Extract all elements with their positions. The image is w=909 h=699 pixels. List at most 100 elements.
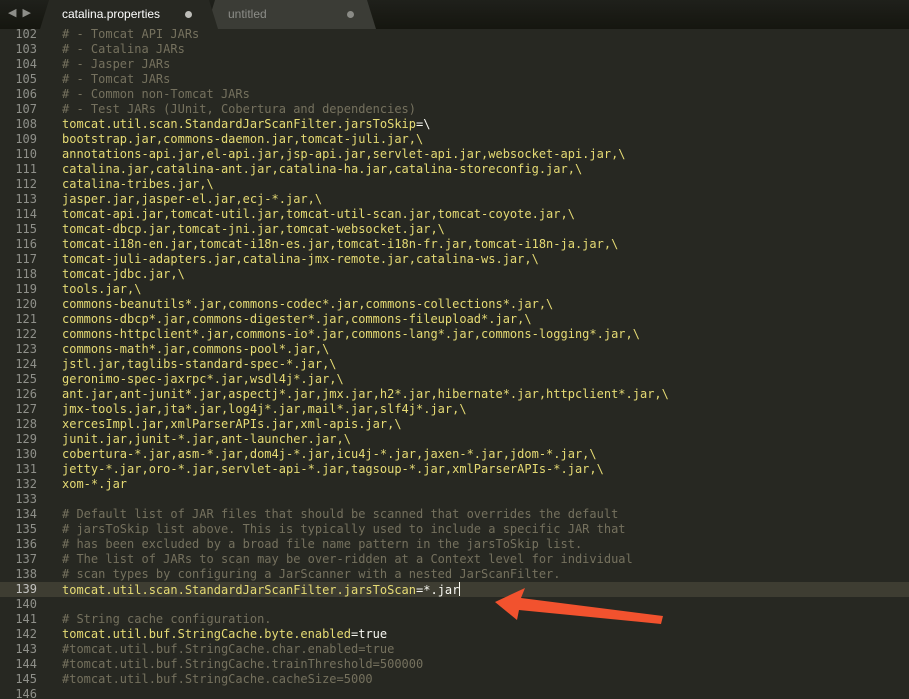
arrow-right-icon[interactable]: ▶ (22, 4, 30, 22)
code-line[interactable]: 108 tomcat.util.scan.StandardJarScanFilte… (0, 117, 909, 132)
line-text: tomcat-dbcp.jar,tomcat-jni.jar,tomcat-we… (62, 222, 445, 236)
code-line[interactable]: 124 jstl.jar,taglibs-standard-spec-*.jar,… (0, 357, 909, 372)
code-line[interactable]: 113 jasper.jar,jasper-el.jar,ecj-*.jar,\ (0, 192, 909, 207)
line-text: annotations-api.jar,el-api.jar,jsp-api.j… (62, 147, 626, 161)
line-number: 121 (15, 312, 37, 326)
line-number: 141 (15, 612, 37, 626)
code-line[interactable]: 137 # The list of JARs to scan may be ove… (0, 552, 909, 567)
line-text: commons-beanutils*.jar,commons-codec*.ja… (62, 297, 554, 311)
line-number: 134 (15, 507, 37, 521)
line-text: # The list of JARs to scan may be over-r… (62, 552, 633, 566)
arrow-left-icon[interactable]: ◀ (8, 4, 16, 22)
line-number: 139 (15, 582, 37, 596)
code-line[interactable]: 139 tomcat.util.scan.StandardJarScanFilte… (0, 582, 909, 597)
code-line[interactable]: 116 tomcat-i18n-en.jar,tomcat-i18n-es.jar… (0, 237, 909, 252)
code-line[interactable]: 130 cobertura-*.jar,asm-*.jar,dom4j-*.jar… (0, 447, 909, 462)
code-line[interactable]: 103 # - Catalina JARs (0, 42, 909, 57)
code-line[interactable]: 144 #tomcat.util.buf.StringCache.trainThr… (0, 657, 909, 672)
tab-untitled[interactable]: untitled (206, 0, 376, 29)
code-line[interactable]: 119 tools.jar,\ (0, 282, 909, 297)
line-number: 106 (15, 87, 37, 101)
code-line[interactable]: 132 xom-*.jar (0, 477, 909, 492)
red-arrow-annotation-icon (495, 588, 663, 624)
line-number: 143 (15, 642, 37, 656)
line-text: tomcat.util.buf.StringCache.byte.enabled… (62, 627, 387, 642)
code-line[interactable]: 136 # has been excluded by a broad file n… (0, 537, 909, 552)
tab-catalina-properties[interactable]: catalina.properties (40, 0, 218, 29)
line-text: jasper.jar,jasper-el.jar,ecj-*.jar,\ (62, 192, 323, 206)
modified-dot-icon[interactable] (347, 11, 354, 18)
line-text: # scan types by configuring a JarScanner… (62, 567, 561, 581)
line-number: 115 (15, 222, 37, 236)
code-line[interactable]: 106 # - Common non-Tomcat JARs (0, 87, 909, 102)
line-text: # jarsToSkip list above. This is typical… (62, 522, 626, 536)
line-text: ant.jar,ant-junit*.jar,aspectj*.jar,jmx.… (62, 387, 669, 401)
property-value: \ (423, 117, 431, 131)
code-line[interactable]: 110 annotations-api.jar,el-api.jar,jsp-ap… (0, 147, 909, 162)
line-text: junit.jar,junit-*.jar,ant-launcher.jar,\ (62, 432, 351, 446)
code-line[interactable]: 131 jetty-*.jar,oro-*.jar,servlet-api-*.j… (0, 462, 909, 477)
code-line[interactable]: 135 # jarsToSkip list above. This is typi… (0, 522, 909, 537)
code-line[interactable]: 129 junit.jar,junit-*.jar,ant-launcher.ja… (0, 432, 909, 447)
code-line[interactable]: 120 commons-beanutils*.jar,commons-codec*… (0, 297, 909, 312)
tab-navigation: ◀ ▶ (8, 4, 31, 22)
code-line[interactable]: 109 bootstrap.jar,commons-daemon.jar,tomc… (0, 132, 909, 147)
code-line[interactable]: 114 tomcat-api.jar,tomcat-util.jar,tomcat… (0, 207, 909, 222)
line-number: 142 (15, 627, 37, 641)
line-text: commons-math*.jar,commons-pool*.jar,\ (62, 342, 330, 356)
line-text: cobertura-*.jar,asm-*.jar,dom4j-*.jar,ic… (62, 447, 597, 461)
code-line[interactable]: 104 # - Jasper JARs (0, 57, 909, 72)
code-line[interactable]: 122 commons-httpclient*.jar,commons-io*.j… (0, 327, 909, 342)
code-line[interactable]: 102 # - Tomcat API JARs (0, 29, 909, 42)
code-line[interactable]: 126 ant.jar,ant-junit*.jar,aspectj*.jar,j… (0, 387, 909, 402)
line-number: 136 (15, 537, 37, 551)
code-line[interactable]: 140 (0, 597, 909, 612)
line-text: #tomcat.util.buf.StringCache.cacheSize=5… (62, 672, 373, 686)
code-line[interactable]: 138 # scan types by configuring a JarScan… (0, 567, 909, 582)
code-editor[interactable]: 102 # - Tomcat API JARs 103 # - Catalina JA… (0, 29, 909, 699)
line-number: 130 (15, 447, 37, 461)
code-line[interactable]: 143 #tomcat.util.buf.StringCache.char.ena… (0, 642, 909, 657)
line-text: tomcat-api.jar,tomcat-util.jar,tomcat-ut… (62, 207, 575, 221)
line-number: 145 (15, 672, 37, 686)
code-line[interactable]: 107 # - Test JARs (JUnit, Cobertura and d… (0, 102, 909, 117)
tab-label: catalina.properties (62, 7, 161, 21)
line-text: geronimo-spec-jaxrpc*.jar,wsdl4j*.jar,\ (62, 372, 344, 386)
line-text: jstl.jar,taglibs-standard-spec-*.jar,\ (62, 357, 337, 371)
line-number: 122 (15, 327, 37, 341)
line-number: 116 (15, 237, 37, 251)
line-text: # has been excluded by a broad file name… (62, 537, 583, 551)
code-line[interactable]: 105 # - Tomcat JARs (0, 72, 909, 87)
code-line[interactable]: 112 catalina-tribes.jar,\ (0, 177, 909, 192)
line-number: 112 (15, 177, 37, 191)
line-number: 146 (15, 687, 37, 699)
line-number: 127 (15, 402, 37, 416)
code-line[interactable]: 123 commons-math*.jar,commons-pool*.jar,\ (0, 342, 909, 357)
line-number: 135 (15, 522, 37, 536)
code-line[interactable]: 142 tomcat.util.buf.StringCache.byte.enab… (0, 627, 909, 642)
code-line[interactable]: 127 jmx-tools.jar,jta*.jar,log4j*.jar,mai… (0, 402, 909, 417)
modified-dot-icon[interactable] (185, 11, 192, 18)
line-number: 102 (15, 29, 37, 41)
code-line[interactable]: 115 tomcat-dbcp.jar,tomcat-jni.jar,tomcat… (0, 222, 909, 237)
code-line[interactable]: 121 commons-dbcp*.jar,commons-digester*.j… (0, 312, 909, 327)
line-text: tomcat-i18n-en.jar,tomcat-i18n-es.jar,to… (62, 237, 619, 251)
line-number: 108 (15, 117, 37, 131)
code-line[interactable]: 145 #tomcat.util.buf.StringCache.cacheSiz… (0, 672, 909, 687)
line-number: 104 (15, 57, 37, 71)
code-line[interactable]: 125 geronimo-spec-jaxrpc*.jar,wsdl4j*.jar… (0, 372, 909, 387)
property-key: tomcat.util.scan.StandardJarScanFilter.j… (62, 117, 417, 131)
code-line[interactable]: 128 xercesImpl.jar,xmlParserAPIs.jar,xml-… (0, 417, 909, 432)
line-number: 111 (15, 162, 37, 176)
code-line[interactable]: 133 (0, 492, 909, 507)
code-line[interactable]: 118 tomcat-jdbc.jar,\ (0, 267, 909, 282)
line-text: #tomcat.util.buf.StringCache.char.enable… (62, 642, 395, 656)
line-number: 118 (15, 267, 37, 281)
code-line[interactable]: 134 # Default list of JAR files that shou… (0, 507, 909, 522)
line-number: 109 (15, 132, 37, 146)
code-line[interactable]: 117 tomcat-juli-adapters.jar,catalina-jmx… (0, 252, 909, 267)
property-key: tomcat.util.scan.StandardJarScanFilter.j… (62, 583, 417, 597)
code-line[interactable]: 141 # String cache configuration. (0, 612, 909, 627)
code-line[interactable]: 146 (0, 687, 909, 699)
code-line[interactable]: 111 catalina.jar,catalina-ant.jar,catalin… (0, 162, 909, 177)
